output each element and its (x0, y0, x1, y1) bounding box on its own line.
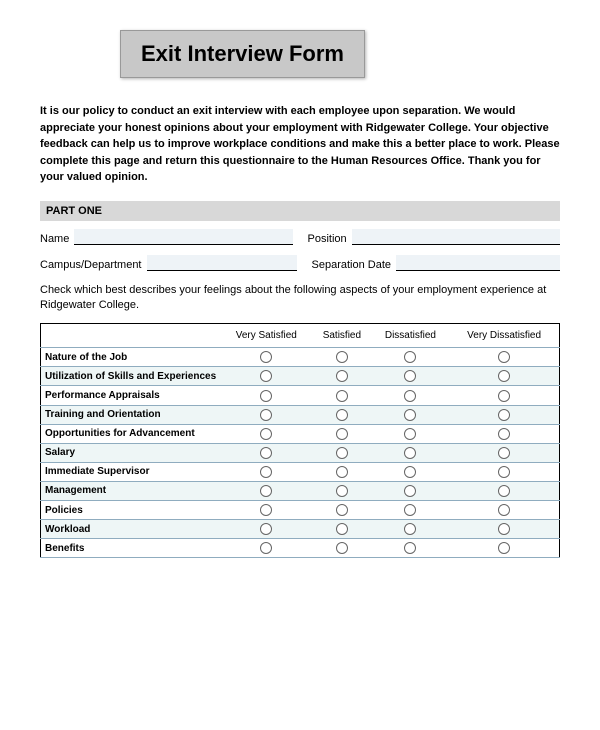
radio-option[interactable] (404, 370, 416, 382)
header-empty (41, 324, 221, 348)
table-row: Nature of the Job (41, 348, 560, 367)
campus-label: Campus/Department (40, 259, 142, 271)
radio-option[interactable] (260, 370, 272, 382)
part-one-header: PART ONE (40, 201, 560, 221)
instructions-text: Check which best describes your feelings… (40, 283, 560, 314)
radio-option[interactable] (404, 542, 416, 554)
radio-option[interactable] (336, 542, 348, 554)
radio-option[interactable] (404, 409, 416, 421)
row-label: Benefits (41, 539, 221, 558)
table-row: Utilization of Skills and Experiences (41, 367, 560, 386)
table-row: Policies (41, 501, 560, 520)
radio-option[interactable] (260, 390, 272, 402)
radio-option[interactable] (336, 504, 348, 516)
radio-option[interactable] (404, 390, 416, 402)
radio-option[interactable] (260, 428, 272, 440)
radio-option[interactable] (498, 485, 510, 497)
radio-option[interactable] (498, 428, 510, 440)
radio-option[interactable] (498, 370, 510, 382)
radio-option[interactable] (498, 409, 510, 421)
radio-option[interactable] (498, 390, 510, 402)
radio-option[interactable] (336, 466, 348, 478)
table-row: Training and Orientation (41, 405, 560, 424)
radio-option[interactable] (498, 351, 510, 363)
radio-option[interactable] (260, 351, 272, 363)
table-row: Workload (41, 520, 560, 539)
row-label: Nature of the Job (41, 348, 221, 367)
row-label: Policies (41, 501, 221, 520)
radio-option[interactable] (404, 523, 416, 535)
radio-option[interactable] (260, 504, 272, 516)
row-label: Opportunities for Advancement (41, 424, 221, 443)
header-very-dissatisfied: Very Dissatisfied (449, 324, 559, 348)
campus-field: Campus/Department (40, 255, 297, 271)
radio-option[interactable] (260, 466, 272, 478)
header-very-satisfied: Very Satisfied (221, 324, 313, 348)
table-row: Opportunities for Advancement (41, 424, 560, 443)
form-title-box: Exit Interview Form (120, 30, 365, 78)
radio-option[interactable] (404, 447, 416, 459)
radio-option[interactable] (336, 447, 348, 459)
rating-table: Very Satisfied Satisfied Dissatisfied Ve… (40, 323, 560, 558)
radio-option[interactable] (404, 428, 416, 440)
radio-option[interactable] (336, 351, 348, 363)
table-row: Management (41, 481, 560, 500)
radio-option[interactable] (260, 523, 272, 535)
radio-option[interactable] (404, 504, 416, 516)
table-row: Salary (41, 443, 560, 462)
radio-option[interactable] (498, 542, 510, 554)
radio-option[interactable] (404, 485, 416, 497)
radio-option[interactable] (336, 390, 348, 402)
row-label: Workload (41, 520, 221, 539)
radio-option[interactable] (498, 504, 510, 516)
header-dissatisfied: Dissatisfied (372, 324, 450, 348)
radio-option[interactable] (498, 447, 510, 459)
row-label: Training and Orientation (41, 405, 221, 424)
name-label: Name (40, 233, 69, 245)
separation-field: Separation Date (312, 255, 561, 271)
radio-option[interactable] (404, 466, 416, 478)
form-title: Exit Interview Form (141, 41, 344, 67)
radio-option[interactable] (336, 428, 348, 440)
name-field: Name (40, 229, 293, 245)
intro-paragraph: It is our policy to conduct an exit inte… (40, 103, 560, 186)
radio-option[interactable] (336, 485, 348, 497)
row-label: Salary (41, 443, 221, 462)
table-row: Benefits (41, 539, 560, 558)
field-row-2: Campus/Department Separation Date (40, 255, 560, 271)
position-label: Position (308, 233, 347, 245)
radio-option[interactable] (336, 523, 348, 535)
radio-option[interactable] (336, 409, 348, 421)
radio-option[interactable] (404, 351, 416, 363)
field-row-1: Name Position (40, 229, 560, 245)
table-header-row: Very Satisfied Satisfied Dissatisfied Ve… (41, 324, 560, 348)
table-row: Performance Appraisals (41, 386, 560, 405)
radio-option[interactable] (336, 370, 348, 382)
table-row: Immediate Supervisor (41, 462, 560, 481)
position-field: Position (308, 229, 561, 245)
row-label: Utilization of Skills and Experiences (41, 367, 221, 386)
radio-option[interactable] (498, 466, 510, 478)
campus-input[interactable] (147, 255, 297, 271)
separation-label: Separation Date (312, 259, 392, 271)
radio-option[interactable] (260, 485, 272, 497)
separation-input[interactable] (396, 255, 560, 271)
row-label: Immediate Supervisor (41, 462, 221, 481)
radio-option[interactable] (260, 409, 272, 421)
position-input[interactable] (352, 229, 560, 245)
row-label: Management (41, 481, 221, 500)
name-input[interactable] (74, 229, 292, 245)
header-satisfied: Satisfied (312, 324, 372, 348)
radio-option[interactable] (498, 523, 510, 535)
radio-option[interactable] (260, 447, 272, 459)
row-label: Performance Appraisals (41, 386, 221, 405)
radio-option[interactable] (260, 542, 272, 554)
